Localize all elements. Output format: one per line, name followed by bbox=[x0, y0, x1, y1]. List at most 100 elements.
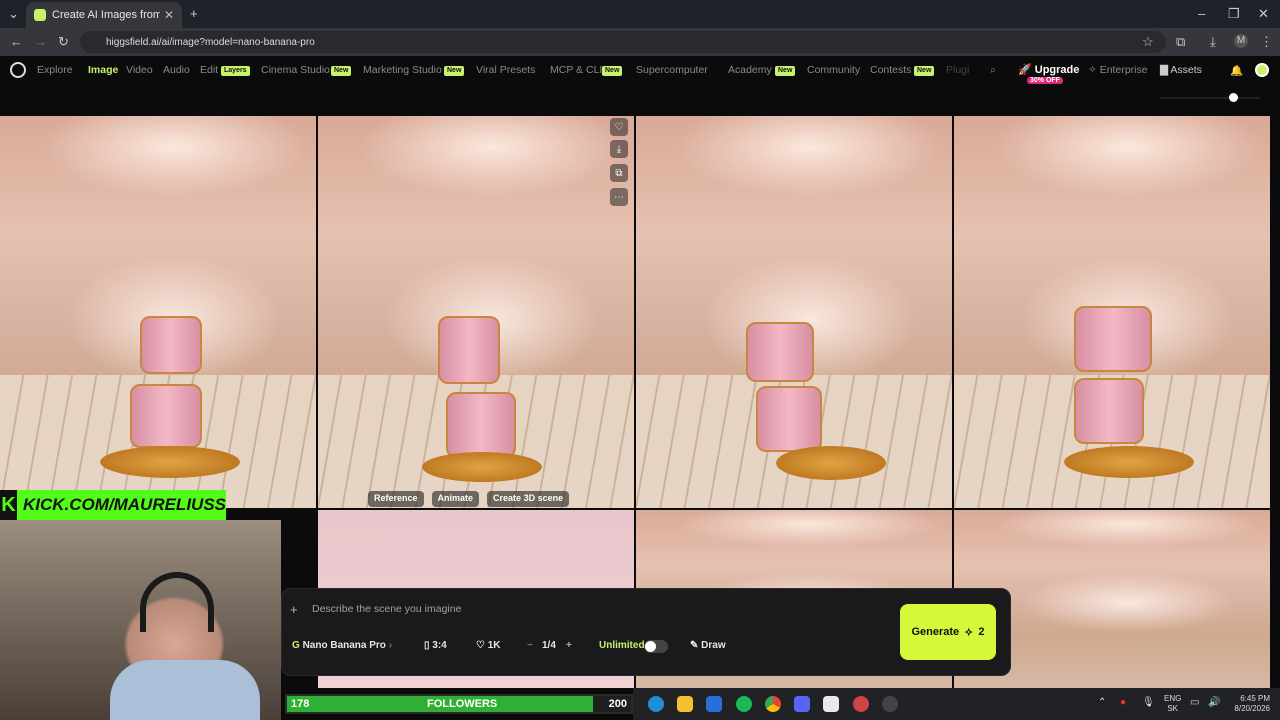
animate-button[interactable]: Animate bbox=[431, 491, 480, 507]
starburst-app-icon[interactable] bbox=[853, 696, 869, 712]
generate-cost: 2 bbox=[978, 626, 985, 638]
generated-image-selected[interactable]: ♡ ⤓ ⧉ ⋯ bbox=[318, 116, 634, 508]
forward-icon[interactable]: → bbox=[34, 34, 47, 49]
language-indicator[interactable]: ENG SK bbox=[1164, 694, 1181, 714]
decrement-icon[interactable]: − bbox=[527, 640, 533, 651]
notification-bell-icon[interactable]: 🔔 bbox=[1230, 64, 1243, 77]
followers-goal-bar: 178 FOLLOWERS 200 bbox=[285, 694, 633, 714]
add-reference-icon[interactable]: + bbox=[290, 602, 298, 617]
tab-close-icon[interactable]: ✕ bbox=[164, 8, 174, 22]
new-badge: New bbox=[914, 66, 935, 76]
clock-time: 6:45 PM bbox=[1240, 694, 1270, 703]
lang-bottom: SK bbox=[1167, 704, 1178, 713]
volume-icon[interactable]: 🔊 bbox=[1208, 697, 1220, 708]
nav-viral-presets[interactable]: Viral Presets bbox=[476, 64, 535, 76]
aspect-ratio-selector[interactable]: ▯ 3:4 bbox=[424, 640, 447, 651]
nav-supercomputer[interactable]: Supercomputer bbox=[636, 64, 708, 76]
tab-menu-icon[interactable]: ⌄ bbox=[8, 6, 19, 22]
draw-button[interactable]: ✎ Draw bbox=[690, 640, 726, 651]
nav-audio[interactable]: Audio bbox=[163, 64, 190, 76]
nav-plugins[interactable]: Plugi bbox=[946, 64, 969, 76]
tray-app-icon[interactable]: ● bbox=[1120, 697, 1126, 708]
profile-avatar[interactable]: M bbox=[1234, 34, 1248, 48]
reload-icon[interactable]: ↻ bbox=[58, 34, 69, 50]
user-avatar[interactable] bbox=[1255, 63, 1269, 77]
unlimited-toggle[interactable] bbox=[644, 640, 668, 653]
new-tab-icon[interactable]: + bbox=[190, 6, 198, 21]
grid-size-slider[interactable] bbox=[1160, 97, 1260, 99]
clock-date: 8/20/2026 bbox=[1234, 704, 1270, 713]
copy-icon[interactable]: ⧉ bbox=[610, 164, 628, 182]
url-field[interactable]: higgsfield.ai/ai/image?model=nano-banana… bbox=[80, 31, 1166, 53]
spotify-icon[interactable] bbox=[736, 696, 752, 712]
new-badge: New bbox=[602, 66, 623, 76]
bookmark-star-icon[interactable]: ☆ bbox=[1142, 34, 1154, 50]
lang-top: ENG bbox=[1164, 694, 1182, 703]
download-icon[interactable]: ⤓ bbox=[610, 140, 628, 158]
draw-icon: ✎ bbox=[690, 640, 702, 651]
taskbar-clock[interactable]: 6:45 PM 8/20/2026 bbox=[1224, 694, 1270, 714]
generated-image[interactable] bbox=[954, 116, 1270, 508]
search-icon[interactable]: ⌕ bbox=[990, 64, 996, 77]
nav-marketing-studio[interactable]: Marketing Studio bbox=[363, 64, 442, 76]
discord-icon[interactable] bbox=[794, 696, 810, 712]
higgsfield-logo-icon[interactable] bbox=[10, 62, 26, 78]
nav-contests[interactable]: Contests bbox=[870, 64, 911, 76]
kick-banner: K KICK.COM/MAURELIUSS bbox=[0, 490, 226, 520]
nav-video[interactable]: Video bbox=[126, 64, 153, 76]
oil-spill bbox=[422, 452, 542, 482]
aspect-ratio-value: 3:4 bbox=[432, 640, 447, 651]
extensions-icon[interactable]: ⧉ bbox=[1176, 34, 1185, 50]
nav-image[interactable]: Image bbox=[88, 64, 118, 76]
layers-badge: Layers bbox=[221, 66, 250, 76]
bottle bbox=[1074, 306, 1152, 372]
close-window-icon[interactable]: ✕ bbox=[1258, 6, 1269, 22]
image-count: 1/4 bbox=[542, 640, 556, 651]
tray-chevron-icon[interactable]: ⌃ bbox=[1098, 697, 1106, 708]
slider-knob[interactable] bbox=[1229, 93, 1238, 102]
unlimited-label: Unlimited bbox=[599, 640, 645, 651]
back-icon[interactable]: ← bbox=[10, 34, 23, 49]
maximize-icon[interactable]: ❐ bbox=[1228, 6, 1240, 22]
create-3d-scene-button[interactable]: Create 3D scene bbox=[487, 491, 570, 507]
nav-academy[interactable]: Academy bbox=[728, 64, 772, 76]
chrome-icon[interactable] bbox=[765, 696, 781, 712]
nav-explore[interactable]: Explore bbox=[37, 64, 73, 76]
file-explorer-icon[interactable] bbox=[677, 696, 693, 712]
nav-cinema-studio[interactable]: Cinema Studio bbox=[261, 64, 330, 76]
increment-icon[interactable]: + bbox=[566, 640, 572, 651]
mail-icon[interactable] bbox=[706, 696, 722, 712]
quality-icon: ♡ bbox=[476, 640, 488, 651]
nav-community[interactable]: Community bbox=[807, 64, 860, 76]
generate-button[interactable]: Generate ✧ 2 bbox=[900, 604, 996, 660]
assets-label: Assets bbox=[1170, 64, 1202, 76]
address-bar: ← → ↻ higgsfield.ai/ai/image?model=nano-… bbox=[0, 28, 1280, 56]
upgrade-button[interactable]: 🚀 Upgrade bbox=[1018, 63, 1079, 76]
oil-spill bbox=[776, 446, 886, 480]
more-icon[interactable]: ⋯ bbox=[610, 188, 628, 206]
nav-enterprise[interactable]: ✧ Enterprise bbox=[1088, 64, 1148, 76]
generated-image[interactable] bbox=[0, 116, 316, 508]
nav-mcp-cli[interactable]: MCP & CLI bbox=[550, 64, 602, 76]
edge-icon[interactable] bbox=[648, 696, 664, 712]
model-selector[interactable]: G Nano Banana Pro › bbox=[292, 640, 392, 651]
notes-app-icon[interactable] bbox=[823, 696, 839, 712]
reference-button[interactable]: Reference bbox=[368, 491, 424, 507]
nav-assets[interactable]: ▇ Assets bbox=[1160, 64, 1202, 76]
download-icon[interactable]: ⤓ bbox=[1210, 34, 1216, 50]
browser-tab[interactable]: Create AI Images from Text & P ✕ bbox=[26, 2, 182, 28]
new-badge: New bbox=[775, 66, 796, 76]
quality-selector[interactable]: ♡ 1K bbox=[476, 640, 501, 651]
followers-goal: 200 bbox=[608, 698, 627, 710]
minimize-icon[interactable]: – bbox=[1198, 6, 1205, 21]
heart-icon[interactable]: ♡ bbox=[610, 118, 628, 136]
network-icon[interactable]: ▭ bbox=[1190, 697, 1199, 708]
generated-image[interactable] bbox=[636, 116, 952, 508]
nav-edit[interactable]: Edit bbox=[200, 64, 218, 76]
prompt-input[interactable]: Describe the scene you imagine bbox=[312, 603, 461, 615]
browser-menu-icon[interactable]: ⋮ bbox=[1260, 34, 1273, 50]
microphone-icon[interactable]: 🎙 bbox=[1142, 697, 1155, 708]
upgrade-label: Upgrade bbox=[1034, 64, 1080, 76]
obs-icon[interactable] bbox=[882, 696, 898, 712]
bottle bbox=[438, 316, 500, 384]
